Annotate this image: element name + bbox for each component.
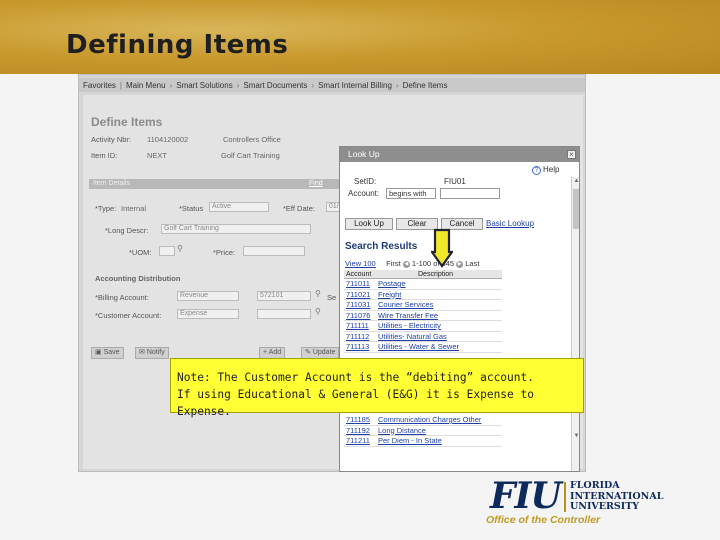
basic-lookup-link[interactable]: Basic Lookup <box>486 219 534 228</box>
billing-label: *Billing Account: <box>95 293 149 302</box>
logo-divider <box>564 482 566 512</box>
nav-main-menu[interactable]: Main Menu <box>126 81 166 90</box>
office-subtitle: Office of the Controller <box>486 514 601 526</box>
nav-favorites[interactable]: Favorites <box>83 81 116 90</box>
table-row[interactable]: 711113 Utilities - Water & Sewer <box>344 342 502 353</box>
billing-select[interactable]: Revenue <box>177 291 239 301</box>
item-details-bar: Item Details Find <box>89 179 339 189</box>
save-button[interactable]: ▣ Save <box>91 347 124 359</box>
first-label[interactable]: First <box>386 259 401 268</box>
nav-define-items[interactable]: Define Items <box>403 81 448 90</box>
table-row[interactable]: 711011 Postage <box>344 279 502 290</box>
table-row[interactable]: 711112 Utilities- Natural Gas <box>344 332 502 342</box>
status-label: *Status <box>179 204 204 213</box>
table-row[interactable]: 711021 Freight <box>344 290 502 300</box>
org-value: Controllers Office <box>223 135 281 144</box>
customer-select[interactable]: Expense <box>177 309 239 319</box>
help-icon: ? <box>532 166 541 175</box>
university-name: FLORIDA INTERNATIONAL UNIVERSITY <box>570 480 664 512</box>
table-row[interactable]: 711211 Per Diem - In State <box>344 436 502 447</box>
account-label: Account: <box>348 189 380 198</box>
setid-value: FIU01 <box>444 177 466 186</box>
notify-button[interactable]: ✉ Notify <box>135 347 169 359</box>
customer-lookup-icon[interactable]: ⚲ <box>315 307 321 316</box>
long-desc-label: *Long Descr: <box>105 226 149 235</box>
breadcrumb: Favorites | Main Menu › Smart Solutions › S… <box>79 78 585 92</box>
fiu-logo: FIU FLORIDA INTERNATIONAL UNIVERSITY Off… <box>486 478 716 530</box>
scroll-down-icon[interactable]: ▼ <box>572 432 579 441</box>
note-line-1: Note: The Customer Account is the “debit… <box>177 371 534 384</box>
results-pager: View 100 First ◀ 1-100 of 345 ▶ Last <box>345 259 479 268</box>
note-line-2: If using Educational & General (E&G) it … <box>177 388 534 418</box>
table-header: Account Description <box>344 270 502 279</box>
next-icon[interactable]: ▶ <box>456 260 464 268</box>
item-id-label: Item ID: <box>91 151 118 160</box>
find-link[interactable]: Find <box>309 179 323 189</box>
scroll-thumb[interactable] <box>573 189 579 229</box>
uom-lookup-icon[interactable]: ⚲ <box>177 244 183 253</box>
table-row[interactable]: 711111 Utilities - Electricity <box>344 321 502 332</box>
page-title: Define Items <box>91 115 163 129</box>
lookup-dialog: Look Up × ? Help SetID: FIU01 Account: be… <box>339 146 580 472</box>
price-label: *Price: <box>213 248 236 257</box>
last-label[interactable]: Last <box>465 259 479 268</box>
lookup-title: Look Up <box>348 149 380 159</box>
customer-label: *Customer Account: <box>95 311 162 320</box>
lookup-scrollbar[interactable]: ▲ ▼ <box>571 177 579 471</box>
activity-label: Activity Nbr: <box>91 135 132 144</box>
nav-smart-solutions[interactable]: Smart Solutions <box>176 81 232 90</box>
search-results-title: Search Results <box>345 241 418 252</box>
view-100-link[interactable]: View 100 <box>345 259 376 268</box>
account-search-input[interactable] <box>440 188 500 199</box>
results-table: Account Description 711011 Postage 711021… <box>344 270 502 353</box>
billing-se-text: Se <box>327 293 337 302</box>
billing-account-input[interactable]: 572101 <box>257 291 311 301</box>
billing-lookup-icon[interactable]: ⚲ <box>315 289 321 298</box>
account-column-header: Account <box>346 271 372 278</box>
nav-smart-internal-billing[interactable]: Smart Internal Billing <box>318 81 392 90</box>
price-input[interactable] <box>243 246 305 256</box>
table-row[interactable]: 711031 Courier Services <box>344 300 502 311</box>
table-row[interactable]: 711076 Wire Transfer Fee <box>344 311 502 321</box>
slide-title: Defining Items <box>66 30 289 60</box>
status-select[interactable]: Active <box>209 202 269 212</box>
note-callout: Note: The Customer Account is the “debit… <box>170 358 584 418</box>
type-value: Internal <box>121 204 147 213</box>
lookup-button[interactable]: Look Up <box>345 218 393 230</box>
uom-label: *UOM: <box>129 248 152 257</box>
item-id-value: NEXT <box>147 151 168 160</box>
nav-smart-documents[interactable]: Smart Documents <box>243 81 307 90</box>
activity-value: 1104120002 <box>147 135 189 144</box>
fiu-mark: FIU <box>490 475 562 517</box>
acct-dist-title: Accounting Distribution <box>95 274 181 283</box>
table-row[interactable]: 711192 Long Distance <box>344 426 502 436</box>
uom-input[interactable] <box>159 246 175 256</box>
customer-account-input[interactable] <box>257 309 311 319</box>
eff-date-label: *Eff Date: <box>283 204 315 213</box>
slide-header: Defining Items <box>0 0 720 74</box>
type-label: *Type: <box>95 204 117 213</box>
highlight-arrow-icon <box>431 228 453 268</box>
long-desc-input[interactable]: Golf Cart Training <box>161 224 311 234</box>
lookup-title-bar: Look Up × <box>340 147 579 162</box>
previous-icon[interactable]: ◀ <box>402 260 410 268</box>
help-link[interactable]: ? Help <box>532 165 559 175</box>
scroll-up-icon[interactable]: ▲ <box>572 177 579 186</box>
item-name-value: Golf Cart Training <box>221 151 280 160</box>
setid-label: SetID: <box>354 177 377 186</box>
account-operator-select[interactable]: begins with <box>386 188 436 199</box>
close-icon[interactable]: × <box>567 150 576 159</box>
eff-date-input[interactable]: 01/ <box>326 202 340 212</box>
description-column-header: Description <box>418 271 454 278</box>
